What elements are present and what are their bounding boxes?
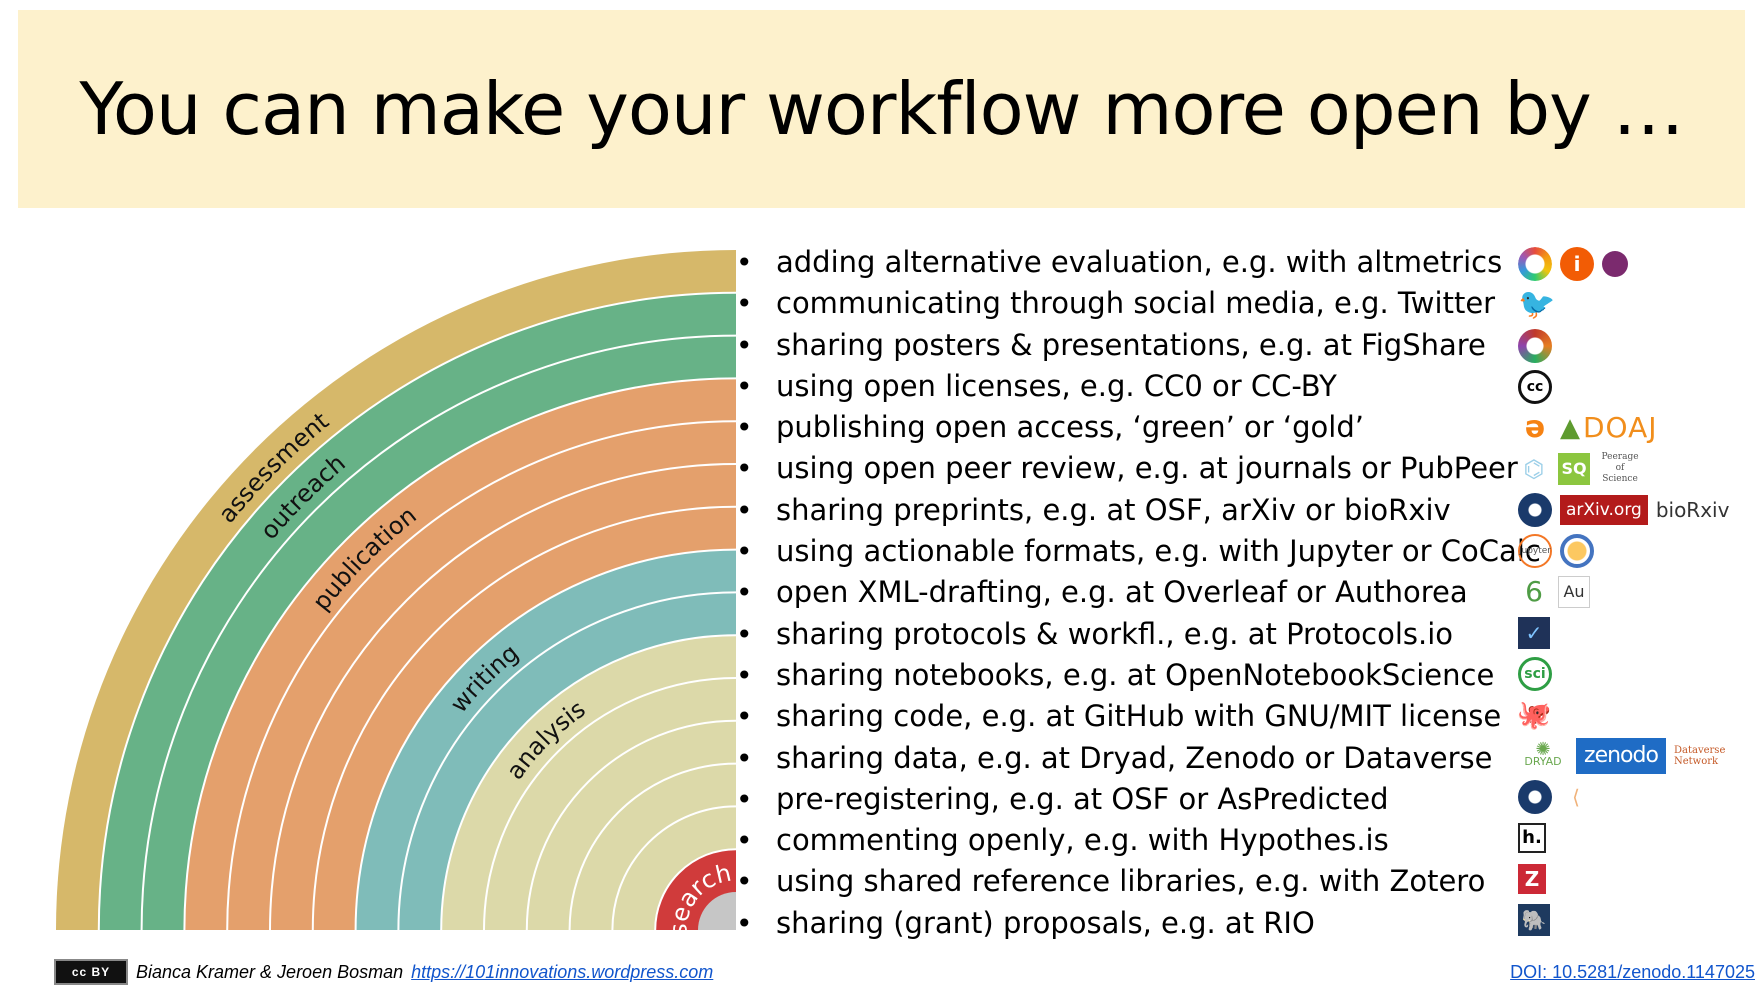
hypothesis-logo: h. bbox=[1518, 822, 1546, 853]
logo-row-notebooks: sci bbox=[1518, 653, 1552, 694]
logo-row-preregistration: ⟨ bbox=[1518, 776, 1592, 817]
logo-row-xml-drafting: 6 Au bbox=[1518, 571, 1590, 612]
practice-item: using open peer review, e.g. at journals… bbox=[736, 448, 1541, 490]
osf-icon bbox=[1518, 779, 1552, 814]
biorxiv-logo: bioRxiv bbox=[1655, 497, 1730, 522]
practice-item: sharing preprints, e.g. at OSF, arXiv or… bbox=[736, 490, 1541, 532]
practice-item: sharing notebooks, e.g. at OpenNotebookS… bbox=[736, 655, 1541, 697]
twitter-bird-icon: 🐦 bbox=[1518, 287, 1556, 322]
logo-row-proposals: 🐘 bbox=[1518, 899, 1550, 940]
dryad-tree-icon: ✺ bbox=[1535, 738, 1551, 760]
rio-journal-elephant-icon: 🐘 bbox=[1518, 903, 1550, 936]
dryad-logo: ✺ DRYAD bbox=[1524, 738, 1562, 768]
footer-authors: cc BY Bianca Kramer & Jeroen Bosman http… bbox=[54, 958, 713, 986]
creative-commons-icon: cc bbox=[1518, 369, 1552, 404]
osf-icon bbox=[1518, 492, 1552, 527]
practice-item: sharing code, e.g. at GitHub with GNU/MI… bbox=[736, 696, 1541, 738]
practice-item: sharing protocols & workfl., e.g. at Pro… bbox=[736, 614, 1541, 656]
practice-item: sharing posters & presentations, e.g. at… bbox=[736, 325, 1541, 367]
logo-row-twitter: 🐦 bbox=[1518, 284, 1555, 325]
doi-link[interactable]: DOI: 10.5281/zenodo.1147025 bbox=[1510, 958, 1755, 986]
logo-row-open-access: ə ▲ DOAJ bbox=[1518, 407, 1658, 448]
practice-item: pre-registering, e.g. at OSF or AsPredic… bbox=[736, 779, 1541, 821]
altmetric-icon bbox=[1518, 246, 1552, 281]
practice-item: using open licenses, e.g. CC0 or CC-BY bbox=[736, 366, 1541, 408]
jupyter-logo: jupyter bbox=[1518, 533, 1552, 568]
cc-by-license-badge: cc BY bbox=[54, 959, 128, 985]
logo-row-reference-libraries: Z bbox=[1518, 858, 1546, 899]
practice-item: open XML-drafting, e.g. at Overleaf or A… bbox=[736, 572, 1541, 614]
practice-item: using actionable formats, e.g. with Jupy… bbox=[736, 531, 1541, 573]
practice-item: sharing (grant) proposals, e.g. at RIO bbox=[736, 903, 1541, 945]
workflow-rainbow-diagram: assessmentoutreachpublicationwritinganal… bbox=[56, 250, 737, 936]
innovations-website-link[interactable]: https://101innovations.wordpress.com bbox=[411, 962, 713, 983]
logo-row-code: 🐙 bbox=[1516, 694, 1552, 735]
zenodo-logo: zenodo bbox=[1576, 737, 1666, 774]
aspredicted-icon: ⟨ bbox=[1572, 784, 1580, 809]
open-access-lock-icon: ə bbox=[1524, 410, 1546, 445]
logo-row-preprints: arXiv.org bioRxiv bbox=[1518, 489, 1729, 530]
logo-row-commenting: h. bbox=[1518, 817, 1546, 858]
overleaf-leaf-icon: 6 bbox=[1525, 575, 1543, 608]
practice-item: publishing open access, ‘green’ or ‘gold… bbox=[736, 407, 1541, 449]
practice-item: sharing data, e.g. at Dryad, Zenodo or D… bbox=[736, 738, 1541, 780]
practice-item: communicating through social media, e.g.… bbox=[736, 283, 1541, 325]
dataverse-network-logo: Dataverse Network bbox=[1674, 744, 1726, 767]
impactstory-icon: i bbox=[1560, 246, 1594, 281]
logo-row-altmetrics: i bbox=[1518, 243, 1628, 284]
practice-list: adding alternative evaluation, e.g. with… bbox=[736, 242, 1541, 944]
authorea-logo: Au bbox=[1558, 575, 1590, 608]
practice-item: adding alternative evaluation, e.g. with… bbox=[736, 242, 1541, 284]
open-notebook-science-logo: sci bbox=[1518, 656, 1552, 691]
logo-row-license: cc bbox=[1518, 366, 1552, 407]
practice-item: commenting openly, e.g. with Hypothes.is bbox=[736, 820, 1541, 862]
protocols-io-icon: ✓ bbox=[1518, 616, 1550, 649]
doaj-logo: ▲ DOAJ bbox=[1560, 411, 1658, 444]
github-octocat-icon: 🐙 bbox=[1516, 698, 1552, 731]
logo-row-actionable: jupyter bbox=[1518, 530, 1594, 571]
author-names: Bianca Kramer & Jeroen Bosman bbox=[136, 961, 404, 982]
doaj-triangle-icon: ▲ bbox=[1560, 412, 1581, 443]
logo-row-figshare bbox=[1518, 325, 1552, 366]
logo-row-data: ✺ DRYAD zenodo Dataverse Network bbox=[1518, 735, 1734, 776]
pubpeer-network-icon: ⌬ bbox=[1523, 454, 1545, 483]
practice-item: using shared reference libraries, e.g. w… bbox=[736, 861, 1541, 903]
cocalc-icon bbox=[1560, 533, 1594, 568]
figshare-icon bbox=[1518, 328, 1552, 363]
arxiv-logo: arXiv.org bbox=[1560, 494, 1648, 525]
sq-logo: SQ bbox=[1558, 452, 1590, 485]
peerage-of-science-label: Peerage of Science bbox=[1601, 452, 1639, 484]
zotero-logo: Z bbox=[1518, 863, 1546, 894]
plum-icon bbox=[1602, 250, 1628, 277]
logo-row-protocols: ✓ bbox=[1518, 612, 1550, 653]
logo-row-peer-review: ⌬ SQ Peerage of Science bbox=[1518, 448, 1642, 489]
